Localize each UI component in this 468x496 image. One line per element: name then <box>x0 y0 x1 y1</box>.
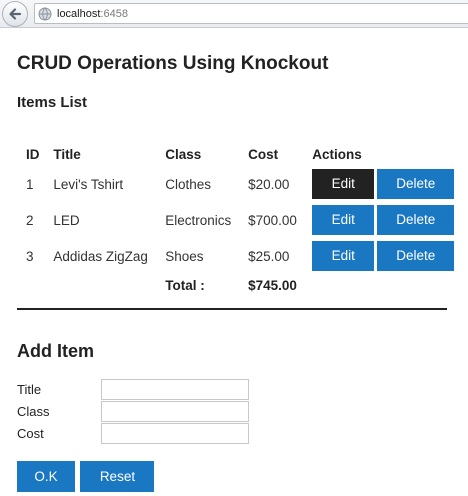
cost-field[interactable] <box>101 423 249 444</box>
delete-button[interactable]: Delete <box>377 169 455 199</box>
url-port: :6458 <box>100 8 128 20</box>
globe-icon <box>38 7 52 21</box>
total-spacer <box>312 274 457 296</box>
total-label: Total : <box>165 277 205 293</box>
header-title: Title <box>53 146 81 162</box>
table-header-row: ID Title Class Cost Actions <box>17 142 457 166</box>
table-row: 3 Addidas ZigZag Shoes $25.00 Edit Delete <box>17 238 457 274</box>
delete-button[interactable]: Delete <box>377 205 455 235</box>
delete-button[interactable]: Delete <box>377 241 455 271</box>
items-list-heading: Items List <box>17 94 88 111</box>
cell-class: Electronics <box>165 212 232 228</box>
form-actions: O.K Reset <box>17 461 155 492</box>
table-row: 1 Levi's Tshirt Clothes $20.00 Edit Delet… <box>17 166 457 202</box>
cell-title: LED <box>53 212 80 228</box>
cell-id: 1 <box>26 176 34 192</box>
total-row: Total : $745.00 <box>17 274 457 296</box>
class-field[interactable] <box>101 401 249 422</box>
title-field[interactable] <box>101 379 249 400</box>
edit-button[interactable]: Edit <box>312 169 375 199</box>
back-arrow-icon <box>9 8 22 20</box>
url-host: localhost <box>57 8 101 20</box>
back-button[interactable] <box>2 1 28 27</box>
cell-title: Addidas ZigZag <box>53 248 148 264</box>
cell-actions: Edit Delete <box>312 202 457 238</box>
header-cost: Cost <box>248 146 279 162</box>
header-id: ID <box>26 146 40 162</box>
reset-button[interactable]: Reset <box>80 461 155 492</box>
browser-toolbar: localhost:6458 <box>0 0 468 28</box>
header-class: Class <box>165 146 202 162</box>
cell-id: 2 <box>26 212 34 228</box>
cell-actions: Edit Delete <box>312 166 457 202</box>
title-form-row: Title <box>17 379 317 401</box>
items-table: ID Title Class Cost Actions 1 Levi's Tsh… <box>17 142 457 296</box>
table-row: 2 LED Electronics $700.00 Edit Delete <box>17 202 457 238</box>
edit-button[interactable]: Edit <box>312 241 375 271</box>
address-bar[interactable]: localhost:6458 <box>34 3 468 24</box>
page-title: CRUD Operations Using Knockout <box>17 53 329 74</box>
total-value: $745.00 <box>248 277 297 293</box>
edit-button[interactable]: Edit <box>312 205 375 235</box>
add-item-heading: Add Item <box>17 341 95 361</box>
header-actions: Actions <box>312 146 362 162</box>
class-label: Class <box>17 404 50 419</box>
cell-class: Clothes <box>165 176 211 192</box>
cell-title: Levi's Tshirt <box>53 176 124 192</box>
cell-cost: $25.00 <box>248 248 290 264</box>
cell-cost: $20.00 <box>248 176 290 192</box>
cell-cost: $700.00 <box>248 212 297 228</box>
cell-class: Shoes <box>165 248 204 264</box>
total-spacer <box>53 274 165 296</box>
ok-button[interactable]: O.K <box>17 461 75 492</box>
cost-label: Cost <box>17 426 44 441</box>
section-divider <box>17 308 447 310</box>
cell-actions: Edit Delete <box>312 238 457 274</box>
cost-form-row: Cost <box>17 423 317 445</box>
url-text: localhost:6458 <box>57 7 128 21</box>
class-form-row: Class <box>17 401 317 423</box>
title-label: Title <box>17 382 42 397</box>
total-spacer <box>17 274 53 296</box>
cell-id: 3 <box>26 248 34 264</box>
